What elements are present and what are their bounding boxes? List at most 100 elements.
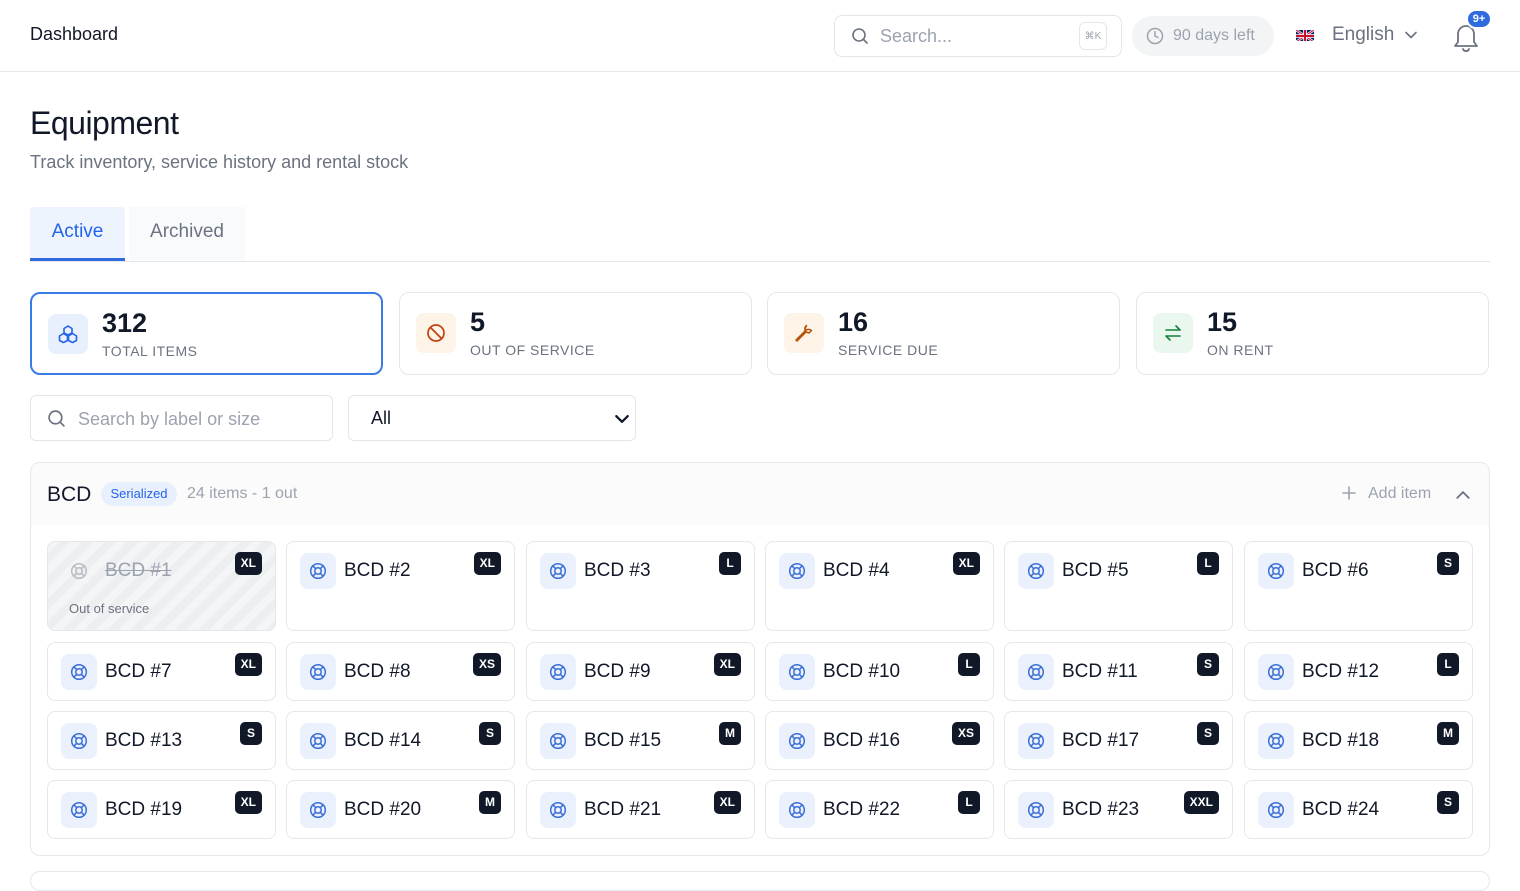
item-card[interactable]: BCD #2 XL: [286, 541, 515, 631]
boxes-icon: [48, 314, 88, 354]
stat-card-service-due[interactable]: 16 SERVICE DUE: [767, 292, 1120, 375]
lifebuoy-icon: [1018, 723, 1054, 759]
search-shortcut-hint: ⌘K: [1079, 22, 1107, 50]
notifications-button[interactable]: 9+: [1450, 9, 1492, 54]
item-card[interactable]: BCD #13 S: [47, 711, 276, 770]
lifebuoy-icon: [779, 723, 815, 759]
item-card[interactable]: BCD #17 S: [1004, 711, 1233, 770]
tab-archived[interactable]: Archived: [129, 207, 245, 261]
trial-status-badge[interactable]: 90 days left: [1132, 16, 1274, 56]
size-badge: L: [1197, 552, 1219, 575]
item-card[interactable]: BCD #7 XL: [47, 642, 276, 701]
item-label: BCD #18: [1302, 730, 1380, 751]
item-label: BCD #4: [823, 560, 890, 581]
item-label: BCD #16: [823, 730, 901, 751]
stat-on-rent-label: ON RENT: [1207, 342, 1274, 358]
chevron-down-icon: [614, 411, 630, 432]
stat-card-on-rent[interactable]: 15 ON RENT: [1136, 292, 1489, 375]
item-card[interactable]: BCD #9 XL: [526, 642, 755, 701]
page-title: Equipment: [30, 105, 179, 141]
clock-icon: [1146, 27, 1164, 50]
item-search-input[interactable]: Search by label or size: [30, 395, 333, 441]
item-label: BCD #19: [105, 799, 183, 820]
item-card[interactable]: BCD #3 L: [526, 541, 755, 631]
stat-out-of-service-value: 5: [470, 307, 486, 337]
stat-card-total-items[interactable]: 312 TOTAL ITEMS: [30, 292, 383, 375]
item-label: BCD #2: [344, 560, 411, 581]
global-search-input[interactable]: Search... ⌘K: [834, 15, 1122, 57]
size-badge: S: [1197, 653, 1219, 676]
item-label: BCD #8: [344, 661, 411, 682]
size-badge: M: [479, 791, 501, 814]
size-badge: S: [240, 722, 262, 745]
item-card[interactable]: BCD #19 XL: [47, 780, 276, 839]
swap-arrows-icon: [1153, 313, 1193, 353]
item-card[interactable]: BCD #12 L: [1244, 642, 1473, 701]
size-badge: S: [1197, 722, 1219, 745]
tab-active[interactable]: Active: [30, 207, 125, 261]
wrench-icon: [784, 313, 824, 353]
item-label: BCD #5: [1062, 560, 1129, 581]
item-card[interactable]: BCD #4 XL: [765, 541, 994, 631]
size-badge: XS: [472, 653, 501, 676]
lifebuoy-icon: [540, 654, 576, 690]
status-filter-value: All: [371, 408, 392, 428]
size-badge: XL: [234, 791, 262, 814]
stat-service-due-value: 16: [838, 307, 869, 337]
size-badge: XL: [713, 653, 741, 676]
size-badge: XL: [473, 552, 501, 575]
item-card[interactable]: BCD #22 L: [765, 780, 994, 839]
lifebuoy-icon: [61, 792, 97, 828]
size-badge: XL: [234, 552, 262, 575]
item-card[interactable]: BCD #14 S: [286, 711, 515, 770]
trial-text: 90 days left: [1173, 27, 1255, 44]
item-card[interactable]: BCD #10 L: [765, 642, 994, 701]
item-label: BCD #24: [1302, 799, 1380, 820]
stat-out-of-service-label: OUT OF SERVICE: [470, 342, 595, 358]
item-label: BCD #11: [1062, 661, 1138, 682]
size-badge: XL: [234, 653, 262, 676]
item-card[interactable]: BCD #23 XXL: [1004, 780, 1233, 839]
item-card[interactable]: BCD #24 S: [1244, 780, 1473, 839]
item-card[interactable]: BCD #6 S: [1244, 541, 1473, 631]
item-status-note: Out of service: [69, 601, 150, 616]
item-card[interactable]: BCD #15 M: [526, 711, 755, 770]
item-card[interactable]: BCD #1 XL Out of service: [47, 541, 276, 631]
item-grid: BCD #1 XL Out of service BCD #2 XL BCD #3 L BCD…: [47, 541, 1473, 841]
lifebuoy-icon: [540, 792, 576, 828]
lifebuoy-icon: [61, 654, 97, 690]
item-label: BCD #15: [584, 730, 662, 751]
item-card[interactable]: BCD #11 S: [1004, 642, 1233, 701]
ban-icon: [416, 313, 456, 353]
lifebuoy-icon: [1018, 553, 1054, 589]
size-badge: L: [719, 552, 741, 575]
stat-on-rent-value: 15: [1207, 307, 1238, 337]
item-label: BCD #3: [584, 560, 651, 581]
lifebuoy-icon: [779, 553, 815, 589]
item-card[interactable]: BCD #5 L: [1004, 541, 1233, 631]
size-badge: XS: [951, 722, 980, 745]
status-filter-select[interactable]: All: [348, 395, 636, 441]
size-badge: XXL: [1183, 791, 1219, 814]
collapse-group-button[interactable]: [1455, 487, 1471, 508]
language-label: English: [1332, 24, 1395, 45]
tab-bar: Active Archived: [30, 207, 1490, 262]
item-card[interactable]: BCD #20 M: [286, 780, 515, 839]
lifebuoy-icon: [300, 654, 336, 690]
size-badge: M: [1437, 722, 1459, 745]
item-card[interactable]: BCD #18 M: [1244, 711, 1473, 770]
item-label: BCD #12: [1302, 661, 1380, 682]
lifebuoy-icon: [1258, 654, 1294, 690]
stat-card-out-of-service[interactable]: 5 OUT OF SERVICE: [399, 292, 752, 375]
item-card[interactable]: BCD #8 XS: [286, 642, 515, 701]
item-label: BCD #14: [344, 730, 422, 751]
plus-icon: [1341, 485, 1357, 506]
group-header: BCD Serialized 24 items - 1 out Add item: [31, 463, 1489, 525]
add-item-label: Add item: [1368, 485, 1432, 502]
item-card[interactable]: BCD #16 XS: [765, 711, 994, 770]
item-card[interactable]: BCD #21 XL: [526, 780, 755, 839]
lifebuoy-icon: [779, 792, 815, 828]
search-icon: [851, 27, 869, 50]
lifebuoy-icon: [300, 553, 336, 589]
lifebuoy-icon: [300, 792, 336, 828]
